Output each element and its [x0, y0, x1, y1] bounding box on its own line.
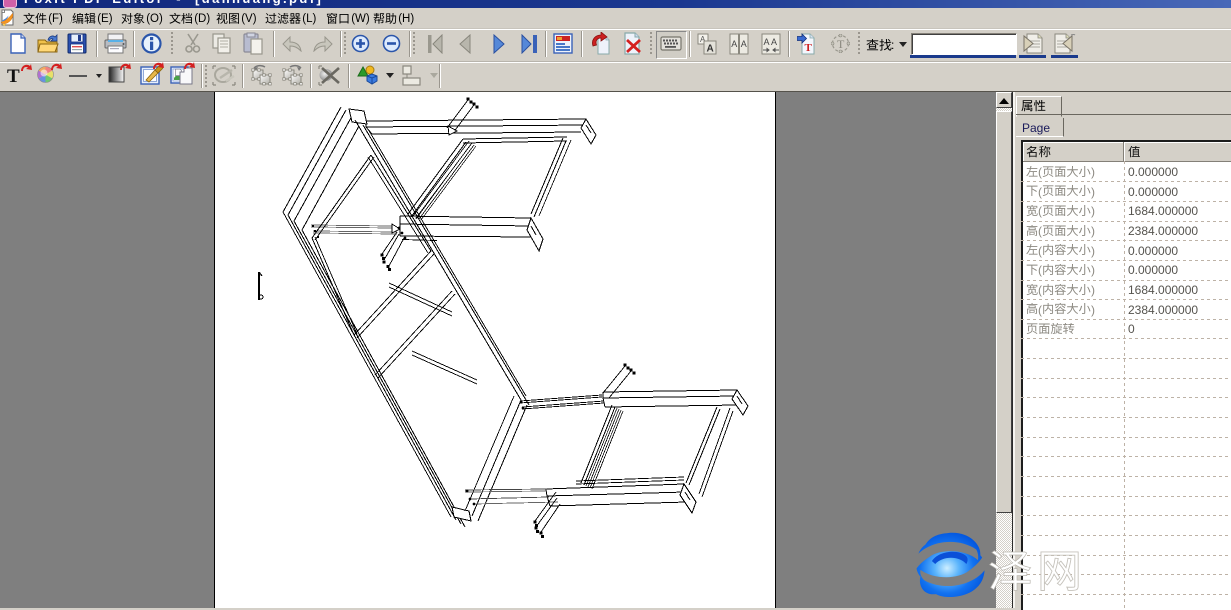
svg-text:T: T — [837, 37, 845, 51]
svg-text:A: A — [764, 37, 770, 47]
svg-text:T: T — [7, 66, 20, 85]
svg-text:A: A — [707, 44, 714, 55]
svg-text:A: A — [741, 39, 747, 49]
svg-text:A: A — [771, 37, 777, 47]
svg-text:T: T — [805, 42, 813, 54]
svg-text:A: A — [731, 39, 737, 49]
